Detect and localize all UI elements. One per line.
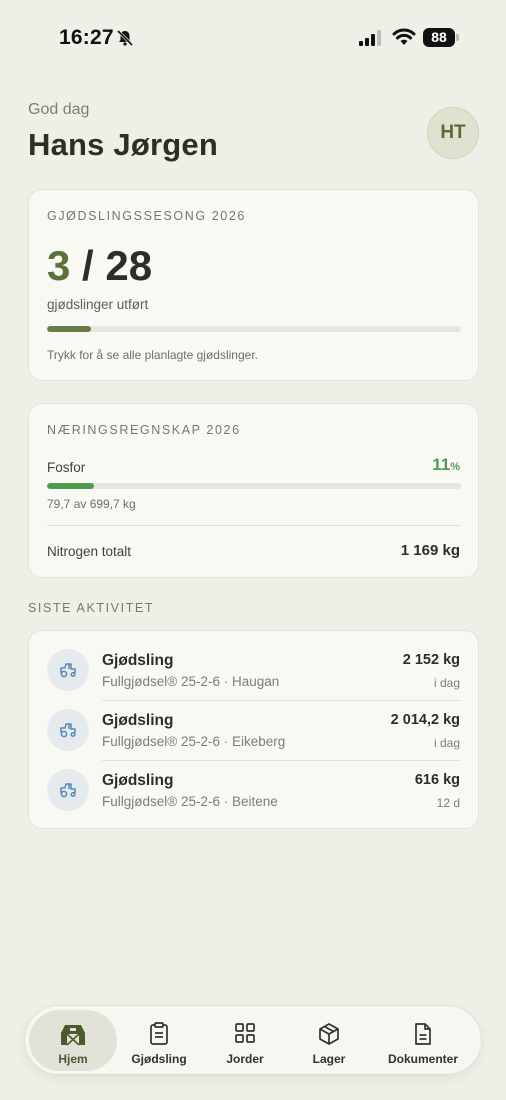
activity-item[interactable]: Gjødsling Fullgjødsel® 25-2-6 · Haugan 2… [29,640,478,700]
activity-time: 12 d [436,796,460,810]
nutrient-card-title: NÆRINGSREGNSKAP 2026 [47,423,241,437]
wifi-icon [392,28,416,45]
nitrogen-label: Nitrogen totalt [47,544,132,559]
season-progress-fill [47,326,92,332]
fosfor-detail: 79,7 av 699,7 kg [47,497,136,511]
nutrient-divider [47,525,461,526]
document-icon [415,1023,431,1045]
activity-title: Gjødsling [102,712,174,729]
activity-time: i dag [433,676,460,690]
clipboard-icon [150,1022,168,1045]
recent-activity-list: Gjødsling Fullgjødsel® 25-2-6 · Haugan 2… [28,630,479,829]
barn-icon [61,1025,85,1046]
battery-indicator: 88 [423,28,459,47]
activity-subtitle: Fullgjødsel® 25-2-6 · Haugan [102,674,280,689]
nav-item-hjem[interactable]: Hjem [29,1010,117,1071]
season-subtitle: gjødslinger utført [47,297,149,312]
activity-item[interactable]: Gjødsling Fullgjødsel® 25-2-6 · Eikeberg… [29,700,478,760]
signal-icon [359,30,381,46]
nav-label: Gjødsling [131,1052,187,1066]
activity-amount: 2 014,2 kg [390,712,460,728]
fosfor-progress-fill [47,483,95,489]
activity-item[interactable]: Gjødsling Fullgjødsel® 25-2-6 · Beitene … [29,760,478,820]
activity-subtitle: Fullgjødsel® 25-2-6 · Eikeberg [102,734,286,749]
season-separator: / [82,242,94,289]
nitrogen-value: 1 169 kg [400,542,460,559]
tractor-icon [47,649,89,691]
nav-item-lager[interactable]: Lager [291,1010,367,1071]
season-card-title: GJØDSLINGSSESONG 2026 [47,209,246,223]
activity-title: Gjødsling [102,652,174,669]
box-icon [319,1023,339,1045]
activity-time: i dag [433,736,460,750]
nav-label: Dokumenter [387,1052,458,1066]
status-time: 16:27 [59,26,114,49]
nav-label: Lager [312,1052,346,1066]
tractor-icon [47,769,89,811]
nutrient-accounting-card[interactable]: NÆRINGSREGNSKAP 2026 Fosfor 11% 79,7 av … [28,403,479,578]
user-name: Hans Jørgen [28,127,218,162]
fertilizing-season-card[interactable]: GJØDSLINGSSESONG 2026 3 / 28 gjødslinger… [28,189,479,381]
nav-label: Jorder [226,1052,264,1066]
fosfor-percent-value: 11 [432,455,451,474]
season-count: 3 / 28 [47,242,152,290]
season-progress-bar [47,326,461,332]
nav-label: Hjem [58,1052,88,1066]
season-done-count: 3 [47,242,71,289]
fosfor-percent-sign: % [450,461,460,473]
fosfor-label: Fosfor [47,460,86,475]
nav-item-gjodsling[interactable]: Gjødsling [121,1010,197,1071]
activity-amount: 616 kg [414,772,460,788]
bell-muted-icon [116,29,134,47]
avatar[interactable]: HT [427,107,479,159]
tractor-icon [47,709,89,751]
status-bar: 16:27 88 [0,24,506,54]
greeting: God dag [28,101,90,118]
fosfor-progress-bar [47,483,461,489]
nav-item-dokumenter[interactable]: Dokumenter [381,1010,465,1071]
bottom-navigation: Hjem Gjødsling Jorder Lager Dokumenter [24,1005,482,1075]
season-hint: Trykk for å se alle planlagte gjødslinge… [47,348,258,362]
recent-activity-title: SISTE AKTIVITET [28,601,155,615]
nav-item-jorder[interactable]: Jorder [207,1010,283,1071]
battery-level: 88 [423,28,455,47]
grid-icon [235,1023,255,1043]
activity-subtitle: Fullgjødsel® 25-2-6 · Beitene [102,794,278,809]
season-total-count: 28 [105,242,153,289]
activity-amount: 2 152 kg [402,652,460,668]
fosfor-percent: 11% [432,455,460,475]
activity-title: Gjødsling [102,772,174,789]
battery-cap [456,34,459,41]
